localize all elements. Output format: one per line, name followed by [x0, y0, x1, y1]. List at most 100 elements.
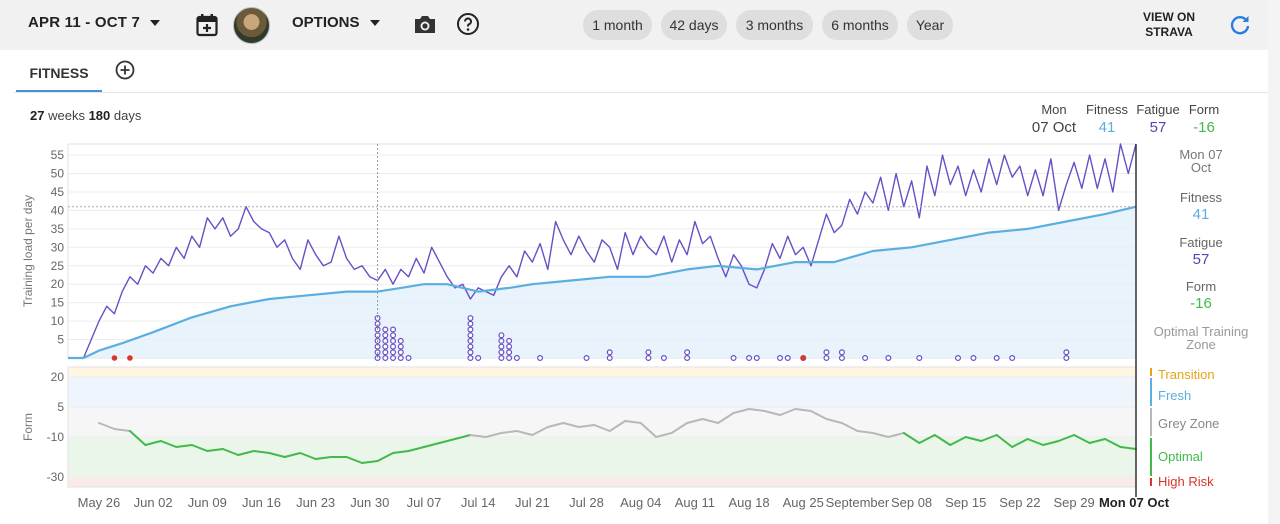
activity-dot: [606, 349, 613, 356]
activity-dot: [1063, 349, 1070, 356]
sidebar-fatigue: Fatigue 57: [1140, 236, 1262, 268]
range-1-month-button[interactable]: 1 month: [583, 10, 652, 40]
form-tick-label: -10: [47, 430, 65, 444]
refresh-icon[interactable]: [1229, 14, 1251, 36]
page-scrollbar[interactable]: [1268, 0, 1280, 524]
form-line-segment: [717, 412, 735, 424]
activity-dot: [390, 337, 397, 344]
range-year-button[interactable]: Year: [907, 10, 953, 40]
activity-dot: [498, 349, 505, 356]
days-word: days: [113, 108, 142, 123]
sidebar-date-line2: Oct: [1190, 160, 1212, 175]
x-tick-label: Jun 16: [242, 495, 281, 510]
zone-band-grey-zone: [68, 407, 1136, 437]
form-line-segment: [206, 448, 224, 452]
help-icon[interactable]: [456, 12, 480, 36]
strava-link-line1: VIEW ON: [1142, 10, 1195, 24]
form-line-segment: [577, 424, 596, 428]
activity-dot: [397, 343, 404, 350]
form-line-segment: [1073, 434, 1091, 444]
date-range-dropdown[interactable]: APR 11 - OCT 7: [28, 14, 160, 31]
activity-dot: [382, 337, 389, 344]
activity-dot: [390, 326, 397, 333]
activity-dot: [382, 326, 389, 333]
form-line-segment: [438, 438, 456, 444]
camera-icon[interactable]: [413, 13, 437, 35]
activity-dot: [498, 343, 505, 350]
form-line-segment: [608, 420, 627, 432]
sidebar-form: Form -16: [1140, 280, 1262, 311]
sidebar-optimal-zone: Optimal Training Zone: [1140, 325, 1262, 351]
sidebar-fatigue-value: 57: [1192, 251, 1210, 268]
activity-dot: [498, 355, 505, 362]
zone-band-fresh: [68, 377, 1136, 407]
range-42-days-button[interactable]: 42 days: [661, 10, 727, 40]
header-fitness-value: 41: [1098, 119, 1116, 136]
x-tick-label: Aug 11: [675, 495, 715, 510]
form-tick-label: 5: [57, 400, 64, 414]
y-tick-label: 40: [51, 203, 65, 217]
x-tick-label: Jul 14: [461, 495, 496, 510]
form-line-segment: [933, 434, 952, 446]
calendar-add-icon[interactable]: [196, 13, 218, 37]
activity-dot: [645, 355, 652, 362]
form-line-segment: [159, 440, 178, 448]
activity-dot: [374, 315, 381, 322]
fitness-chart[interactable]: 5 10 15 20 25 30 35 40 45 50 55 20 5 -10 -30 Training l…: [0, 0, 1280, 524]
activity-dot: [467, 337, 474, 344]
range-3-months-button[interactable]: 3 months: [736, 10, 813, 40]
form-line-segment: [918, 434, 936, 444]
header-fatigue-label: Fatigue: [1136, 102, 1180, 117]
form-line-segment: [639, 422, 658, 438]
form-line-segment: [314, 456, 333, 460]
form-plot-frame: [67, 366, 1137, 488]
form-line-segment: [1042, 440, 1060, 446]
zone-label-high-risk: High Risk: [1158, 474, 1214, 489]
header-form-value: -16: [1193, 119, 1215, 136]
x-tick-label: Sep 08: [891, 495, 932, 510]
tab-fitness[interactable]: FITNESS: [16, 56, 102, 92]
activity-dot: [784, 355, 791, 362]
header-date: Mon 07 Oct: [1030, 102, 1078, 136]
options-label: OPTIONS: [292, 14, 360, 31]
form-line-segment: [840, 422, 859, 432]
range-6-months-button[interactable]: 6 months: [822, 10, 898, 40]
form-line-segment: [1057, 434, 1076, 442]
activity-dot: [954, 355, 961, 362]
activity-dot: [374, 320, 381, 327]
activity-dot: [513, 355, 520, 362]
activity-dot: [390, 349, 397, 356]
date-range-label: APR 11 - OCT 7: [28, 14, 140, 31]
view-on-strava-link[interactable]: VIEW ON STRAVA: [1136, 10, 1202, 40]
activity-dot: [660, 355, 667, 362]
form-line-segment: [252, 450, 271, 454]
options-dropdown[interactable]: OPTIONS: [292, 14, 380, 31]
form-axis-title: Form: [21, 413, 35, 441]
x-tick-label: Sep 29: [1053, 495, 1094, 510]
form-line-segment: [763, 410, 781, 416]
form-line-segment: [949, 436, 967, 446]
form-line-segment: [655, 432, 673, 438]
form-line-segment: [299, 452, 317, 460]
form-line-segment: [453, 434, 472, 440]
zone-band-optimal: [68, 437, 1136, 477]
x-tick-label: Jul 28: [569, 495, 604, 510]
activity-dot: [374, 326, 381, 333]
zone-label-transition: Transition: [1158, 367, 1215, 382]
sidebar-fitness-value: 41: [1192, 206, 1210, 223]
form-line-segment: [980, 434, 998, 442]
x-tick-label: Sep 22: [999, 495, 1040, 510]
activity-dot: [506, 355, 513, 362]
header-fitness: Fitness 41: [1084, 102, 1130, 136]
form-tick-label: 20: [51, 370, 65, 384]
user-avatar[interactable]: [233, 7, 270, 44]
activity-dot: [970, 355, 977, 362]
form-line-segment: [175, 444, 193, 448]
x-tick-label: Jun 30: [350, 495, 389, 510]
form-line-segment: [670, 422, 689, 434]
header-date-value: 07 Oct: [1031, 119, 1077, 136]
add-tab-icon[interactable]: [115, 60, 135, 85]
activity-dot: [475, 355, 482, 362]
high-risk-dot: [111, 355, 118, 361]
form-line-segment: [190, 444, 209, 452]
